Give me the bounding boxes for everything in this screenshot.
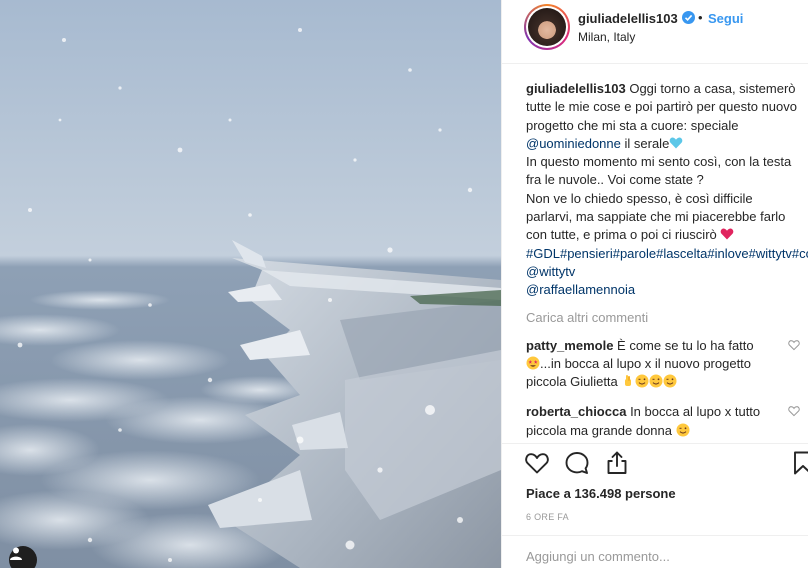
post-username[interactable]: giuliadelellis103: [578, 11, 678, 26]
caption-text: In questo momento mi sento così, con la …: [526, 154, 792, 188]
verified-badge-icon: [682, 11, 695, 24]
mention-link[interactable]: @uominiedonne: [526, 136, 621, 151]
star-struck-emoji-icon: [526, 356, 540, 370]
follow-button[interactable]: Segui: [708, 11, 743, 26]
separator-dot: •: [698, 10, 703, 25]
airplane-wing-over-clouds-image: [0, 0, 501, 568]
comment-like-heart-icon[interactable]: [788, 405, 800, 417]
wink-emoji-icon: [649, 374, 663, 388]
post-caption: giuliadelellis103 Oggi torno a casa, sis…: [526, 80, 808, 300]
red-heart-icon: [721, 228, 734, 240]
post-actions: [524, 450, 808, 476]
comment-username[interactable]: patty_memole: [526, 338, 613, 353]
bookmark-icon[interactable]: [792, 450, 808, 476]
comment-like-heart-icon[interactable]: [788, 339, 800, 351]
comment-text: È come se tu lo ha fatto: [617, 337, 754, 353]
add-comment-input[interactable]: [526, 549, 786, 564]
comments-list[interactable]: giuliadelellis103 Oggi torno a casa, sis…: [502, 64, 808, 444]
avatar[interactable]: [524, 4, 570, 50]
avatar-image: [528, 8, 566, 46]
comment-username[interactable]: roberta_chiocca: [526, 404, 626, 419]
fingers-crossed-emoji-icon: [625, 375, 632, 387]
add-comment-bar: [502, 535, 808, 568]
likes-count[interactable]: Piace a 136.498 persone: [526, 486, 676, 501]
wink-emoji-icon: [663, 374, 677, 388]
caption-text: il serale: [624, 135, 670, 151]
user-silhouette-icon: [10, 547, 22, 560]
heart-outline-icon[interactable]: [524, 450, 550, 476]
post-header: giuliadelellis103 • Segui Milan, Italy: [502, 0, 808, 64]
caption-text: Non ve lo chiedo spesso, è così difficil…: [526, 190, 786, 243]
speech-bubble-icon[interactable]: [564, 450, 590, 476]
mention-link[interactable]: @wittytv: [526, 264, 575, 279]
blue-heart-icon: [669, 137, 683, 149]
actions-divider: [502, 443, 808, 444]
share-icon[interactable]: [604, 450, 630, 476]
post-timestamp[interactable]: 6 ORE FA: [526, 512, 569, 522]
mention-link[interactable]: @raffaellamennoia: [526, 282, 635, 297]
hashtag-links[interactable]: #GDL#pensieri#parole#lascelta#inlove#wit…: [526, 246, 808, 261]
load-more-comments-button[interactable]: Carica altri commenti: [526, 310, 787, 325]
wink-emoji-icon: [676, 423, 690, 437]
caption-username[interactable]: giuliadelellis103: [526, 81, 626, 96]
tagged-users-icon[interactable]: [9, 546, 37, 568]
wink-emoji-icon: [635, 374, 649, 388]
comment-item: roberta_chiocca In bocca al lupo x tutto…: [526, 403, 800, 440]
post-details-panel: giuliadelellis103 • Segui Milan, Italy g…: [501, 0, 808, 568]
post-location[interactable]: Milan, Italy: [578, 30, 635, 44]
comment-item: patty_memole È come se tu lo ha fatto ..…: [526, 337, 800, 392]
post-photo[interactable]: [0, 0, 501, 568]
